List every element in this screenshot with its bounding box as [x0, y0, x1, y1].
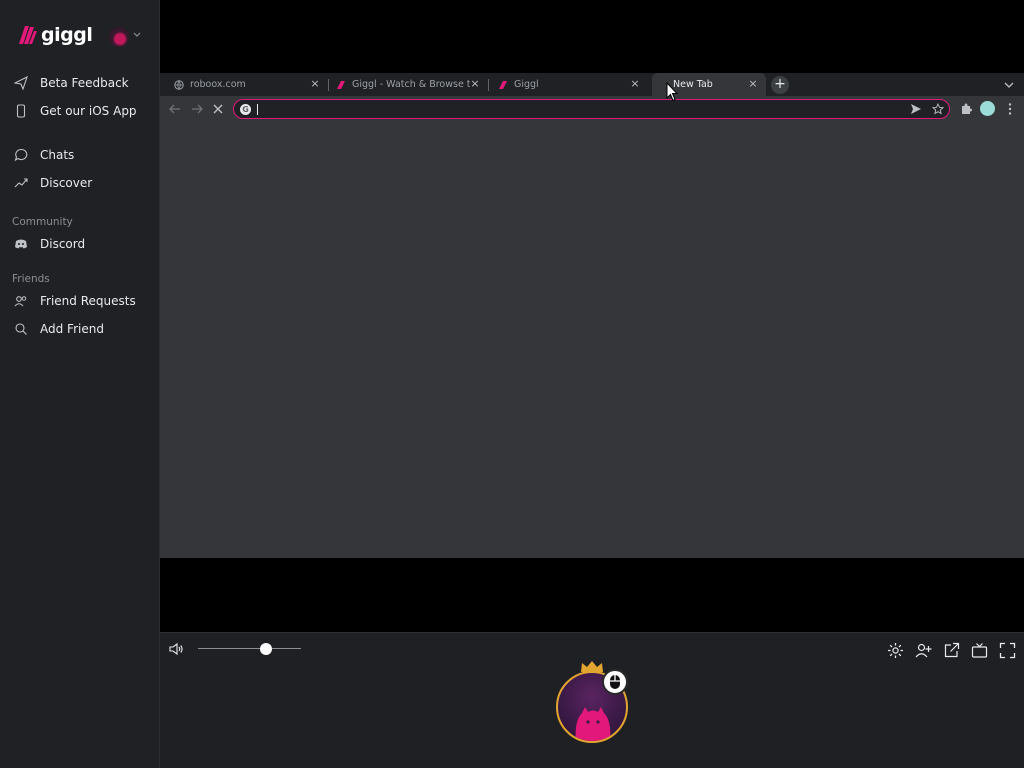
chevron-down-icon[interactable]: [1003, 79, 1015, 91]
close-icon[interactable]: ×: [629, 78, 641, 90]
star-icon[interactable]: [932, 103, 944, 115]
close-icon[interactable]: ×: [309, 78, 321, 90]
sidebar-item-label: Beta Feedback: [40, 76, 129, 90]
sidebar-item-label: Discord: [40, 237, 86, 251]
remote-control-badge: [602, 669, 628, 695]
giggl-logo-icon: [19, 26, 37, 44]
extensions-puzzle-icon[interactable]: [959, 102, 973, 116]
giggl-logo-icon: [337, 80, 345, 89]
tv-icon[interactable]: [971, 642, 988, 659]
sidebar-item-label: Chats: [40, 148, 75, 162]
sidebar-item-label: Friend Requests: [40, 294, 136, 308]
sidebar-item-discover[interactable]: Discover: [14, 173, 92, 193]
monster-mascot-icon: [575, 707, 611, 741]
sidebar-item-add-friend[interactable]: Add Friend: [14, 319, 104, 339]
sidebar-item-beta-feedback[interactable]: Beta Feedback: [14, 73, 129, 93]
host-user[interactable]: [556, 661, 630, 743]
text-caret: [257, 104, 258, 115]
browser-page-content[interactable]: [160, 122, 1024, 558]
phone-icon: [16, 104, 26, 118]
sidebar-item-label: Add Friend: [40, 322, 104, 336]
new-tab-button[interactable]: +: [771, 76, 789, 94]
chat-bubble-icon: [14, 148, 28, 162]
shared-browser: roboox.com × Giggl - Watch & Browse the …: [160, 73, 1024, 558]
tab-label: roboox.com: [190, 79, 246, 90]
user-avatar[interactable]: [109, 27, 129, 47]
address-input[interactable]: [256, 102, 896, 116]
forward-arrow-icon[interactable]: [190, 102, 204, 116]
app-name: giggl: [41, 24, 93, 46]
room-controls: [160, 632, 1024, 768]
sidebar: giggl Beta Feedback Get our iOS App Chat…: [0, 0, 160, 768]
volume-slider-knob[interactable]: [259, 643, 272, 655]
back-arrow-icon[interactable]: [168, 102, 182, 116]
sidebar-item-friend-requests[interactable]: Friend Requests: [14, 291, 136, 311]
giggl-logo-icon: [499, 80, 507, 89]
close-icon[interactable]: ×: [747, 78, 759, 90]
volume-icon[interactable]: [168, 641, 184, 657]
search-icon: [15, 323, 27, 335]
add-user-icon[interactable]: [915, 642, 932, 659]
mouse-icon: [610, 675, 620, 689]
volume-slider[interactable]: [198, 648, 301, 649]
tab-label: Giggl: [514, 79, 539, 90]
chevron-down-icon[interactable]: [133, 30, 141, 40]
section-heading-community: Community: [12, 216, 73, 228]
giggl-logo[interactable]: giggl: [16, 24, 93, 46]
external-link-icon[interactable]: [943, 642, 960, 659]
sidebar-item-ios-app[interactable]: Get our iOS App: [14, 101, 137, 121]
more-menu-icon[interactable]: [1003, 102, 1017, 116]
tab-label: New Tab: [673, 79, 713, 90]
profile-icon[interactable]: [980, 101, 995, 116]
send-to-devices-icon[interactable]: [910, 103, 922, 115]
tab-label: Giggl - Watch & Browse the: [352, 79, 470, 90]
close-icon[interactable]: ×: [469, 78, 481, 90]
fullscreen-icon[interactable]: [999, 642, 1016, 659]
browser-toolbar: G: [160, 96, 1024, 122]
gear-icon[interactable]: [887, 642, 904, 659]
discord-icon: [15, 239, 27, 249]
tab-giggl-watch[interactable]: Giggl - Watch & Browse the ×: [328, 73, 488, 96]
sidebar-item-label: Get our iOS App: [40, 104, 137, 118]
trending-icon: [14, 178, 28, 188]
sidebar-item-chats[interactable]: Chats: [14, 145, 74, 165]
section-heading-friends: Friends: [12, 273, 50, 285]
stop-loading-icon[interactable]: [211, 102, 225, 116]
giggl-app: giggl Beta Feedback Get our iOS App Chat…: [0, 0, 1024, 768]
globe-icon: [174, 79, 184, 90]
sidebar-item-discord[interactable]: Discord: [14, 234, 85, 254]
people-icon: [14, 296, 27, 307]
tab-giggl[interactable]: Giggl ×: [488, 73, 648, 96]
sidebar-item-label: Discover: [40, 176, 93, 190]
mouse-cursor-icon: [666, 82, 678, 102]
tab-bar: roboox.com × Giggl - Watch & Browse the …: [160, 73, 1024, 96]
address-bar[interactable]: G: [233, 99, 950, 119]
send-icon: [14, 76, 28, 90]
google-icon: G: [240, 104, 251, 115]
tab-roboox[interactable]: roboox.com ×: [160, 73, 328, 96]
